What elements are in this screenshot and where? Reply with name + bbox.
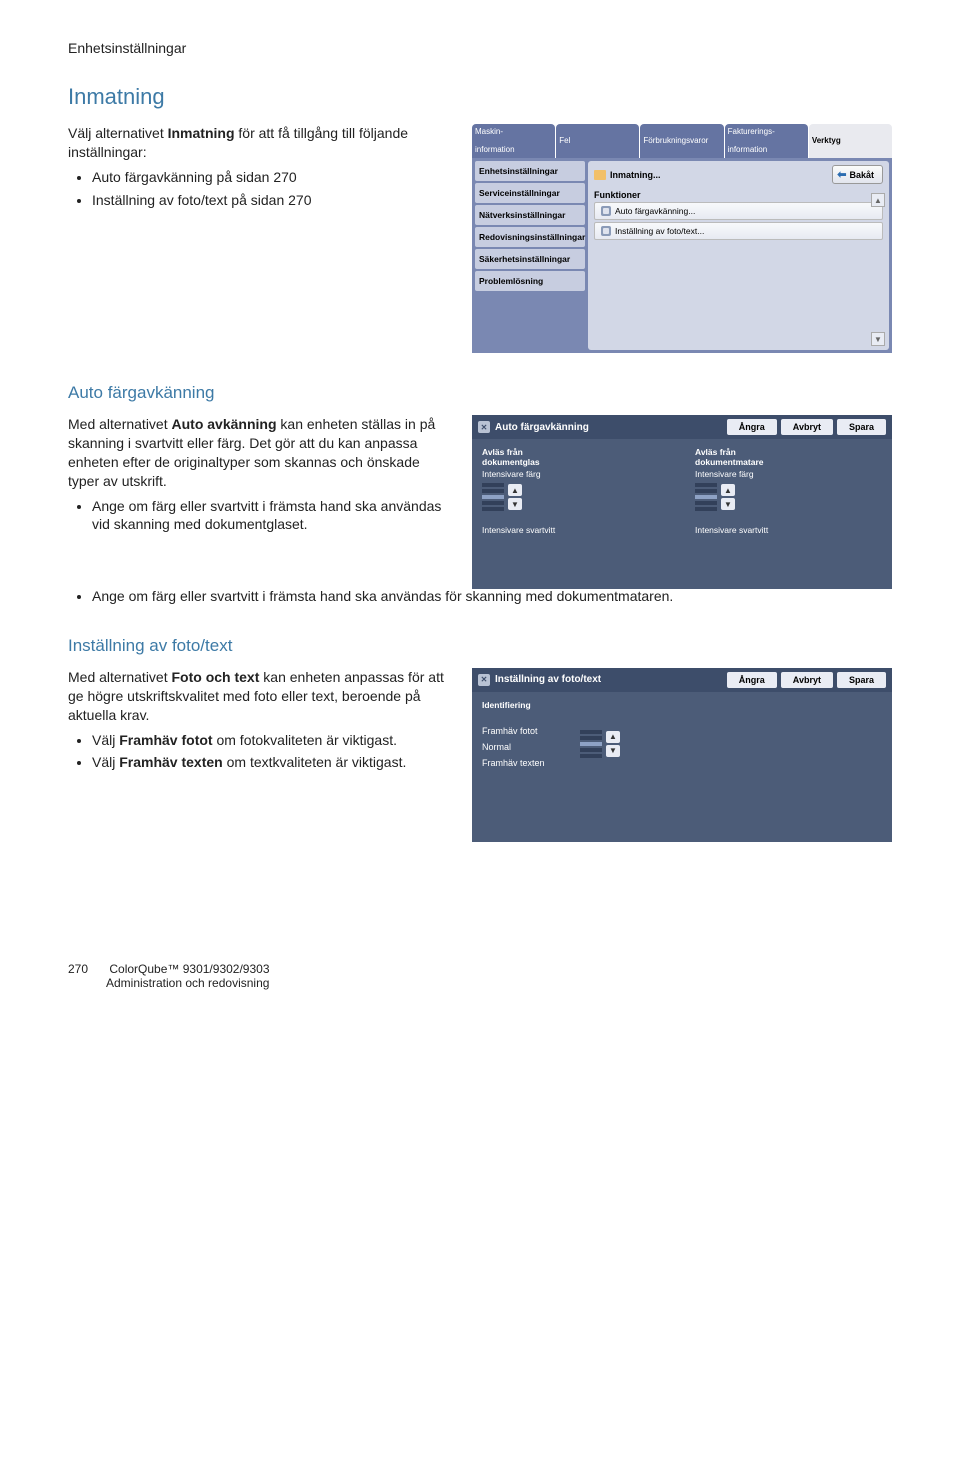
undo-button[interactable]: Ångra [727,672,777,688]
arrow-up-button[interactable]: ▲ [721,484,735,496]
arrow-up-button[interactable]: ▲ [508,484,522,496]
text-bold: Inmatning [168,125,235,141]
save-button[interactable]: Spara [837,672,886,688]
breadcrumb-label: Inmatning... [610,170,661,180]
text: om fotokvaliteten är viktigast. [213,732,397,748]
text: Välj alternativet [68,125,168,141]
arrow-up-button[interactable]: ▲ [606,731,620,743]
dialog-foto-text: Inställning av foto/text Ångra Avbryt Sp… [472,668,892,842]
option-label: Framhäv fotot [482,726,566,736]
breadcrumb: Inmatning... [594,170,661,180]
dialog-title: Auto färgavkänning [495,422,589,433]
wrench-icon [478,421,490,433]
list-item: Ange om färg eller svartvitt i främsta h… [92,587,892,606]
arrow-down-button[interactable]: ▼ [508,498,522,510]
tab-forbrukningsvaror[interactable]: Förbrukningsvaror [640,124,723,158]
slider-label-bw: Intensivare svartvitt [695,525,882,535]
list-item: Välj Framhäv texten om textkvaliteten är… [92,753,452,772]
sidebar-item-problemlosning[interactable]: Problemlösning [475,271,585,291]
arrow-down-button[interactable]: ▼ [721,498,735,510]
heading-auto-fargavkanning: Auto färgavkänning [68,383,892,403]
tool-icon [601,206,611,216]
tab-label: Verktyg [812,136,841,145]
option-installning-foto-text[interactable]: Inställning av foto/text... [594,222,883,240]
dialog-title: Inställning av foto/text [495,674,601,685]
text: om textkvaliteten är viktigast. [223,754,407,770]
slider-label-bw: Intensivare svartvitt [482,525,669,535]
tab-label: Maskin- [475,127,515,136]
list-item: Inställning av foto/text på sidan 270 [92,191,452,210]
cancel-button[interactable]: Avbryt [781,672,833,688]
sidebar-item-redovisningsinstallningar[interactable]: Redovisningsinställningar [475,227,585,247]
sidebar-item-enhetsinstallningar[interactable]: Enhetsinställningar [475,161,585,181]
col-title: Avläs fråndokumentglas [482,447,669,467]
col-title: Avläs fråndokumentmatare [695,447,882,467]
section-label-funktioner: Funktioner [594,190,883,200]
footer-line2: Administration och redovisning [106,976,269,990]
text: Med alternativet [68,669,172,685]
slider-scale [695,483,717,511]
scroll-up-button[interactable]: ▲ [871,193,885,207]
slider-label-color: Intensivare färg [695,469,882,479]
auto-bullet-list-wide: Ange om färg eller svartvitt i främsta h… [68,587,892,606]
heading-foto-text: Inställning av foto/text [68,636,892,656]
tab-maskininformation[interactable]: Maskin-information [472,124,555,158]
slider-label-color: Intensivare färg [482,469,669,479]
list-item: Auto färgavkänning på sidan 270 [92,168,452,187]
wrench-icon [478,674,490,686]
option-label: Normal [482,742,566,752]
text-bold: Foto och text [172,669,260,685]
page-number: 270 [68,962,88,976]
text-bold: Framhäv texten [119,754,222,770]
option-auto-fargavkanning[interactable]: Auto färgavkänning... [594,202,883,220]
undo-button[interactable]: Ångra [727,419,777,435]
list-item: Ange om färg eller svartvitt i främsta h… [92,497,452,535]
option-label: Auto färgavkänning... [615,206,695,216]
save-button[interactable]: Spara [837,419,886,435]
footer-line1: ColorQube™ 9301/9302/9303 [109,962,269,976]
page-footer: 270 ColorQube™ 9301/9302/9303 Administra… [68,962,892,990]
inmatning-bullet-list: Auto färgavkänning på sidan 270 Inställn… [68,168,452,210]
cancel-button[interactable]: Avbryt [781,419,833,435]
screenshot-inmatning: Maskin-information Fel Förbrukningsvaror… [472,124,892,353]
section-label: Identifiering [482,700,882,710]
back-button[interactable]: ⬅ Bakåt [832,165,883,184]
tab-verktyg[interactable]: Verktyg [809,124,892,158]
auto-paragraph: Med alternativet Auto avkänning kan enhe… [68,415,452,491]
tab-label: information [475,145,515,154]
list-item: Välj Framhäv fotot om fotokvaliteten är … [92,731,452,750]
tab-faktureringsinformation[interactable]: Fakturerings-information [725,124,808,158]
tab-label: information [728,145,775,154]
folder-icon [594,170,606,180]
tab-label: Fakturerings- [728,127,775,136]
dialog-auto-fargavkanning: Auto färgavkänning Ångra Avbryt Spara Av… [472,415,892,589]
foto-paragraph: Med alternativet Foto och text kan enhet… [68,668,452,725]
tab-fel[interactable]: Fel [556,124,639,158]
slider-scale [580,730,602,758]
back-button-label: Bakåt [849,170,874,180]
text-bold: Auto avkänning [172,416,277,432]
text: Välj [92,754,119,770]
sidebar-item-natverksinstallningar[interactable]: Nätverksinställningar [475,205,585,225]
option-label: Inställning av foto/text... [615,226,704,236]
option-label: Framhäv texten [482,758,566,768]
auto-bullet-list: Ange om färg eller svartvitt i främsta h… [68,497,452,535]
tab-label: Förbrukningsvaror [643,136,708,145]
heading-inmatning: Inmatning [68,84,892,110]
text-bold: Framhäv fotot [119,732,212,748]
scroll-down-button[interactable]: ▼ [871,332,885,346]
sidebar-item-sakerhetsinstallningar[interactable]: Säkerhetsinställningar [475,249,585,269]
tab-label: Fel [559,136,570,145]
tool-icon [601,226,611,236]
sidebar-item-serviceinstallningar[interactable]: Serviceinställningar [475,183,585,203]
arrow-down-button[interactable]: ▼ [606,745,620,757]
foto-bullet-list: Välj Framhäv fotot om fotokvaliteten är … [68,731,452,773]
page-running-header: Enhetsinställningar [68,40,892,56]
back-arrow-icon: ⬅ [837,168,846,181]
text: Med alternativet [68,416,172,432]
text: Välj [92,732,119,748]
slider-scale [482,483,504,511]
inmatning-intro: Välj alternativet Inmatning för att få t… [68,124,452,162]
